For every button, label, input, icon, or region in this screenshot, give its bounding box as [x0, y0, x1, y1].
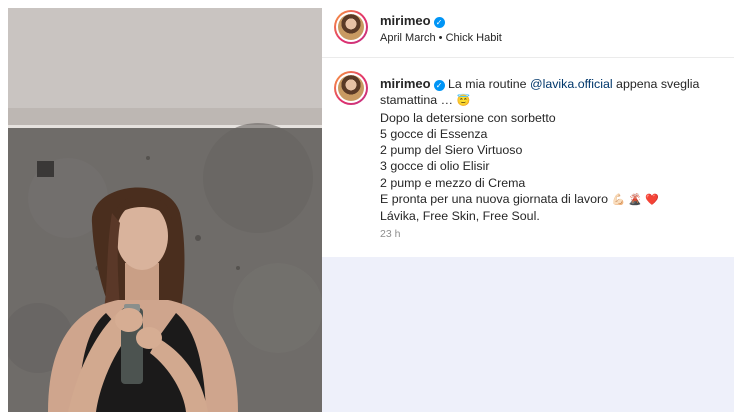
routine-step: 2 pump e mezzo di Crema [380, 175, 526, 190]
header-name-row: mirimeo ✓ [380, 12, 445, 30]
post-caption: mirimeo ✓ La mia routine @lavika.official… [322, 58, 734, 257]
audio-subtitle[interactable]: April March • Chick Habit [380, 32, 502, 44]
caption-line-1: mirimeo ✓ La mia routine @lavika.official… [380, 76, 725, 92]
caption-intro-end: appena sveglia [612, 77, 700, 91]
caption-line-2: stamattina … 😇 [380, 93, 471, 108]
verified-badge-icon: ✓ [433, 80, 445, 91]
emoji-group-icon: 💪🏻 🌋 ❤️ [611, 194, 659, 207]
username-link[interactable]: mirimeo [380, 13, 431, 28]
caption-text: mirimeo ✓ La mia routine @lavika.official… [380, 76, 725, 225]
routine-step: 2 pump del Siero Virtuoso [380, 143, 523, 158]
post-photo [8, 8, 322, 412]
caption-closing: E pronta per una nuova giornata di lavor… [380, 192, 659, 207]
verified-badge-icon: ✓ [433, 17, 445, 28]
routine-step: Dopo la detersione con sorbetto [380, 110, 556, 125]
post-media[interactable] [8, 8, 322, 412]
profile-avatar[interactable] [334, 10, 368, 44]
caption-username-link[interactable]: mirimeo [380, 76, 431, 91]
smile-emoji-icon: 😇 [456, 95, 471, 108]
comments-area [322, 257, 734, 412]
routine-step: 5 gocce di Essenza [380, 126, 488, 141]
routine-step: 3 gocce di olio Elisir [380, 159, 490, 174]
post-header: mirimeo ✓ April March • Chick Habit [322, 0, 734, 58]
post-sidebar: mirimeo ✓ April March • Chick Habit mirim… [322, 0, 740, 420]
caption-signoff: Lávika, Free Skin, Free Soul. [380, 209, 540, 224]
caption-avatar[interactable] [334, 71, 368, 105]
caption-intro: La mia routine [448, 77, 530, 91]
post-timestamp[interactable]: 23 h [380, 228, 400, 240]
mention-link[interactable]: @lavika.official [530, 77, 613, 91]
